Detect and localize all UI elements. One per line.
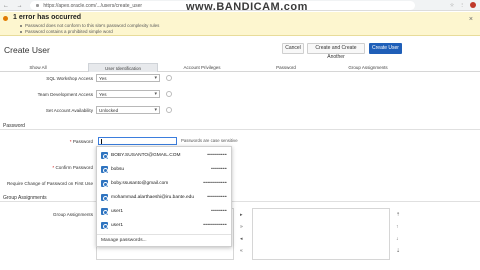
region-tabs: Show All User Identification Account Pri… bbox=[0, 63, 480, 72]
dropdown-divider bbox=[97, 234, 231, 235]
key-icon bbox=[101, 180, 108, 187]
tab-show-all[interactable]: Show All bbox=[6, 63, 70, 72]
help-icon[interactable] bbox=[166, 107, 172, 113]
password-label: * Password bbox=[69, 139, 93, 144]
error-banner: 1 error has occurred Password does not c… bbox=[0, 12, 480, 36]
close-icon[interactable]: × bbox=[469, 16, 473, 23]
text-cursor bbox=[101, 139, 102, 144]
tab-group-assignments[interactable]: Group Assignments bbox=[330, 63, 406, 72]
group-assignments-label: Group Assignments bbox=[52, 212, 93, 217]
tab-password[interactable]: Password bbox=[254, 63, 318, 72]
password-hint: Passwords are case sensitive bbox=[181, 138, 238, 143]
lock-icon bbox=[36, 4, 39, 8]
browser-toolbar-icons[interactable]: ☆ ⋮ bbox=[450, 2, 467, 8]
account-availability-label: Set Account Availability bbox=[45, 108, 93, 113]
required-marker: * bbox=[52, 165, 55, 170]
confirm-password-label: * Confirm Password bbox=[52, 165, 93, 170]
assigned-groups-list[interactable] bbox=[252, 208, 390, 260]
require-change-label: Require Change of Password on First Use bbox=[6, 181, 93, 186]
profile-avatar-icon[interactable] bbox=[470, 2, 476, 8]
saved-credential-item[interactable]: bobsu •••••••• bbox=[97, 164, 233, 175]
tab-account-privileges[interactable]: Account Privileges bbox=[170, 63, 234, 72]
sql-workshop-label: SQL Workshop Access bbox=[46, 76, 93, 81]
error-message: Password does not conform to this site's… bbox=[20, 23, 159, 28]
saved-credential-item[interactable]: user1 •••••••••••• bbox=[97, 220, 233, 231]
error-message: Password contains a prohibited simple wo… bbox=[20, 29, 113, 34]
sql-workshop-select[interactable]: Yes ▾ bbox=[96, 74, 160, 82]
team-dev-select[interactable]: Yes ▾ bbox=[96, 90, 160, 98]
tab-user-identification[interactable]: User Identification bbox=[88, 63, 158, 72]
move-up-icon[interactable]: ↑ bbox=[396, 224, 399, 230]
warning-icon bbox=[3, 16, 8, 21]
create-another-button[interactable]: Create and Create Another bbox=[307, 43, 365, 60]
help-icon[interactable] bbox=[166, 91, 172, 97]
team-dev-label: Team Development Access bbox=[37, 92, 93, 97]
saved-passwords-dropdown: BOBY.SUSANTO@GMAIL.COM •••••••••• bobsu … bbox=[96, 146, 232, 247]
page-title: Create User bbox=[4, 45, 50, 55]
move-bottom-icon[interactable]: ⇣ bbox=[396, 248, 400, 254]
required-marker: * bbox=[69, 139, 72, 144]
move-all-right-icon[interactable]: » bbox=[240, 224, 243, 230]
chevron-down-icon: ▾ bbox=[154, 107, 157, 113]
move-left-icon[interactable]: ◂ bbox=[240, 236, 243, 242]
saved-credential-item[interactable]: BOBY.SUSANTO@GMAIL.COM •••••••••• bbox=[97, 150, 233, 161]
key-icon bbox=[101, 208, 108, 215]
help-icon[interactable] bbox=[166, 75, 172, 81]
saved-credential-item[interactable]: boby.ssusanto@gmail.com •••••••••••• bbox=[97, 178, 233, 189]
screen: ← → ↻ https://apex.oracle.com/.../users/… bbox=[0, 0, 480, 270]
bullet-icon bbox=[20, 24, 22, 27]
move-all-left-icon[interactable]: « bbox=[240, 248, 243, 254]
password-section-header: Password bbox=[0, 121, 480, 130]
key-icon bbox=[101, 166, 108, 173]
key-icon bbox=[101, 222, 108, 229]
error-title: 1 error has occurred bbox=[13, 14, 82, 21]
cancel-button[interactable]: Cancel bbox=[282, 43, 304, 54]
saved-credential-item[interactable]: user1 •••••••• bbox=[97, 206, 233, 217]
key-icon bbox=[101, 152, 108, 159]
key-icon bbox=[101, 194, 108, 201]
password-input[interactable] bbox=[98, 137, 177, 145]
recording-watermark: www.BANDICAM.com bbox=[186, 1, 308, 13]
account-availability-select[interactable]: Unlocked ▾ bbox=[96, 106, 160, 114]
chevron-down-icon: ▾ bbox=[154, 75, 157, 81]
chevron-down-icon: ▾ bbox=[154, 91, 157, 97]
move-top-icon[interactable]: ⇡ bbox=[396, 212, 400, 218]
group-assignments-section-header: Group Assignments bbox=[0, 193, 480, 202]
bullet-icon bbox=[20, 30, 22, 33]
move-down-icon[interactable]: ↓ bbox=[396, 236, 399, 242]
saved-credential-item[interactable]: mohammad.alarthaeshi@iru.bante.edu •••••… bbox=[97, 192, 233, 203]
address-text: https://apex.oracle.com/.../users/create… bbox=[43, 3, 143, 9]
manage-passwords-link[interactable]: Manage passwords... bbox=[101, 238, 147, 243]
browser-menu[interactable]: ☆ ⋮ bbox=[450, 2, 476, 8]
move-right-icon[interactable]: ▸ bbox=[240, 212, 243, 218]
create-user-button[interactable]: Create User bbox=[369, 43, 402, 54]
